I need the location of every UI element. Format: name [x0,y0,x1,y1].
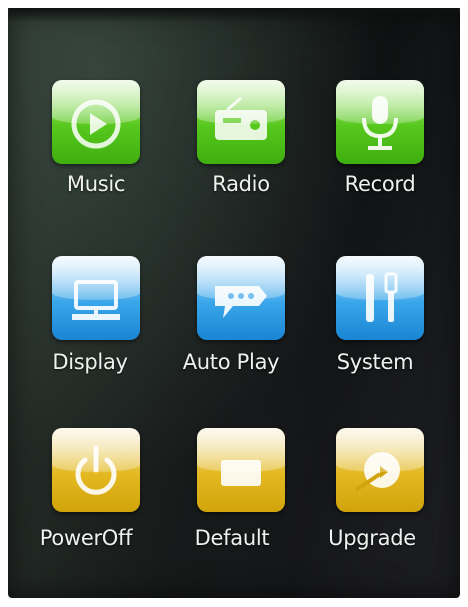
default-button[interactable] [197,428,285,512]
upgrade-label: Upgrade [328,526,416,550]
screen-bezel [8,8,460,22]
auto-play-button[interactable] [197,256,285,340]
system-label: System [336,350,414,374]
poweroff-button[interactable] [52,428,140,512]
display-button[interactable] [52,256,140,340]
radio-button[interactable] [197,80,285,164]
record-label: Record [344,172,416,196]
display-label: Display [52,350,128,374]
poweroff-label: PowerOff [39,526,133,550]
music-label: Music [66,172,126,196]
default-label: Default [194,526,270,550]
record-button[interactable] [336,80,424,164]
upgrade-button[interactable] [336,428,424,512]
radio-label: Radio [212,172,270,196]
music-button[interactable] [52,80,140,164]
auto-play-label: Auto Play [182,350,280,374]
system-button[interactable] [336,256,424,340]
